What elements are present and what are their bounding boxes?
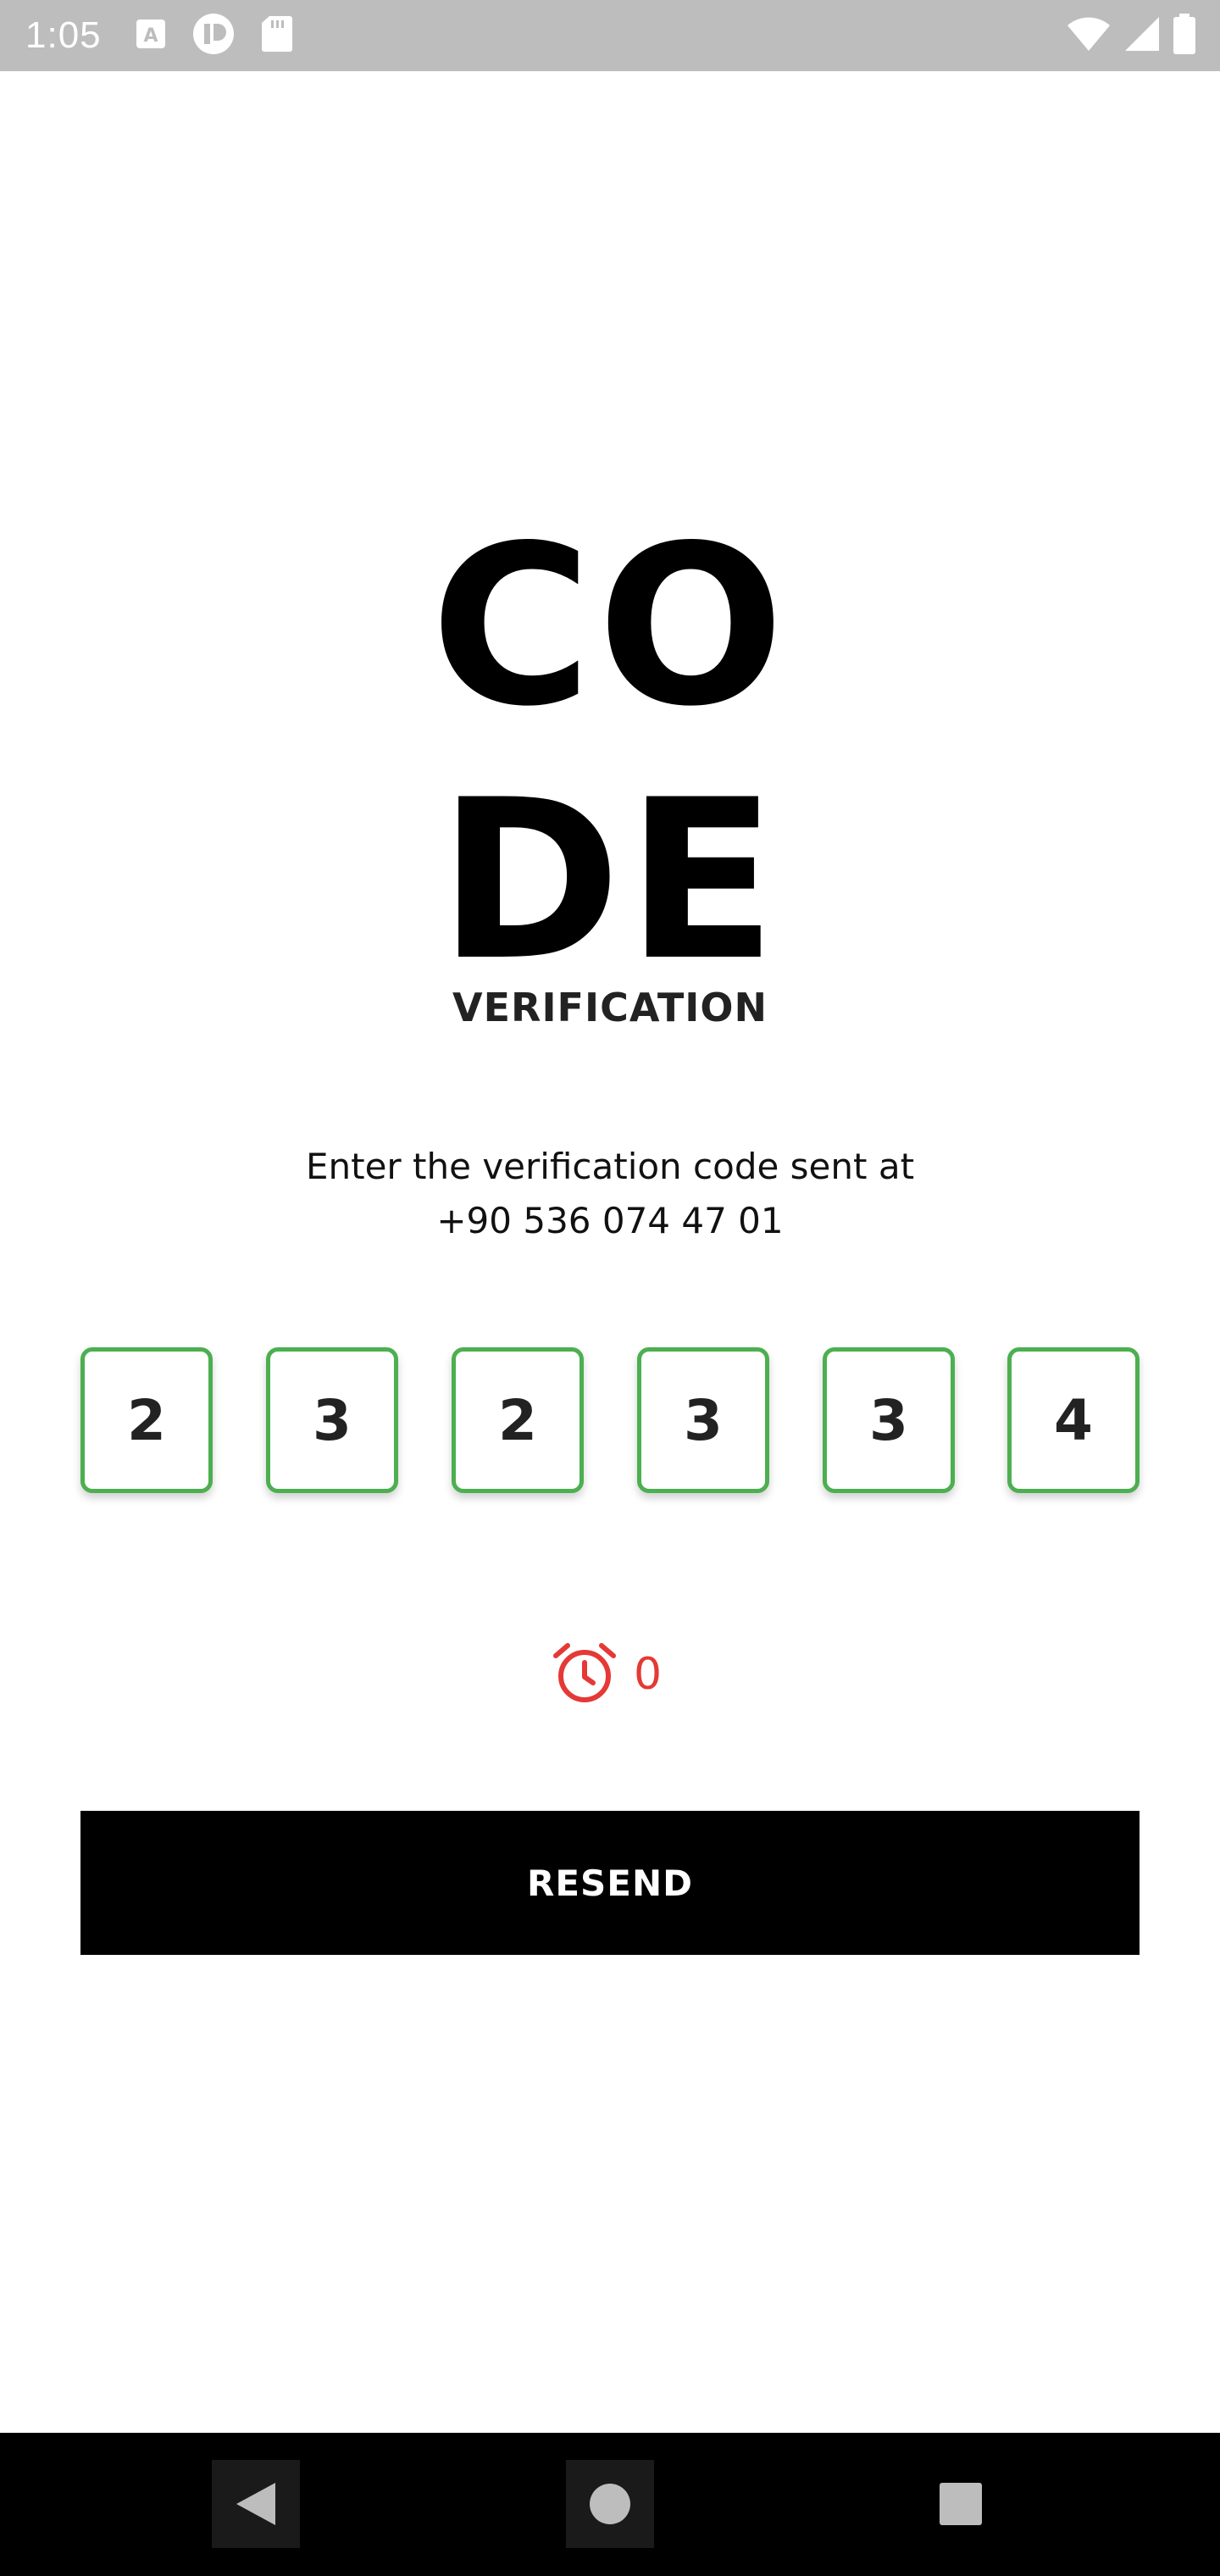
description: Enter the verification code sent at +90 …: [0, 1140, 1220, 1248]
status-icons-right: [1066, 0, 1196, 71]
title-block: CO DE: [0, 500, 1220, 1008]
home-icon[interactable]: [566, 2460, 654, 2548]
alarm-clock-icon: [551, 1639, 618, 1711]
code-digit-input[interactable]: 3: [823, 1347, 955, 1493]
title-line-2: DE: [438, 753, 782, 1009]
phone-number: +90 536 074 47 01: [436, 1200, 784, 1241]
svg-text:A: A: [143, 25, 158, 47]
signal-icon: [1123, 15, 1161, 57]
page-subtitle: VERIFICATION: [452, 985, 768, 1030]
sd-card-icon: [261, 14, 293, 58]
code-digit-input[interactable]: 2: [80, 1347, 213, 1493]
navigation-bar: [0, 2433, 1220, 2576]
countdown-timer: 0: [551, 1640, 662, 1709]
recents-icon[interactable]: [917, 2460, 1005, 2548]
status-time: 1:05: [25, 14, 102, 56]
status-icons-left: A: [136, 12, 293, 60]
code-digit-input[interactable]: 3: [637, 1347, 769, 1493]
timer-value: 0: [634, 1649, 663, 1700]
resend-button[interactable]: RESEND: [80, 1811, 1140, 1955]
code-digit-input[interactable]: 4: [1007, 1347, 1140, 1493]
battery-icon: [1173, 13, 1196, 58]
status-bar: 1:05 A: [0, 0, 1220, 71]
code-input-row: 2 3 2 3 3 4: [80, 1347, 1140, 1493]
wifi-icon: [1066, 15, 1112, 57]
description-line-1: Enter the verification code sent at: [305, 1146, 915, 1187]
title-line-1: CO: [430, 499, 790, 755]
font-a-icon: A: [136, 19, 166, 53]
back-icon[interactable]: [212, 2460, 300, 2548]
app-icon: [191, 12, 236, 60]
code-digit-input[interactable]: 2: [452, 1347, 584, 1493]
code-digit-input[interactable]: 3: [266, 1347, 398, 1493]
